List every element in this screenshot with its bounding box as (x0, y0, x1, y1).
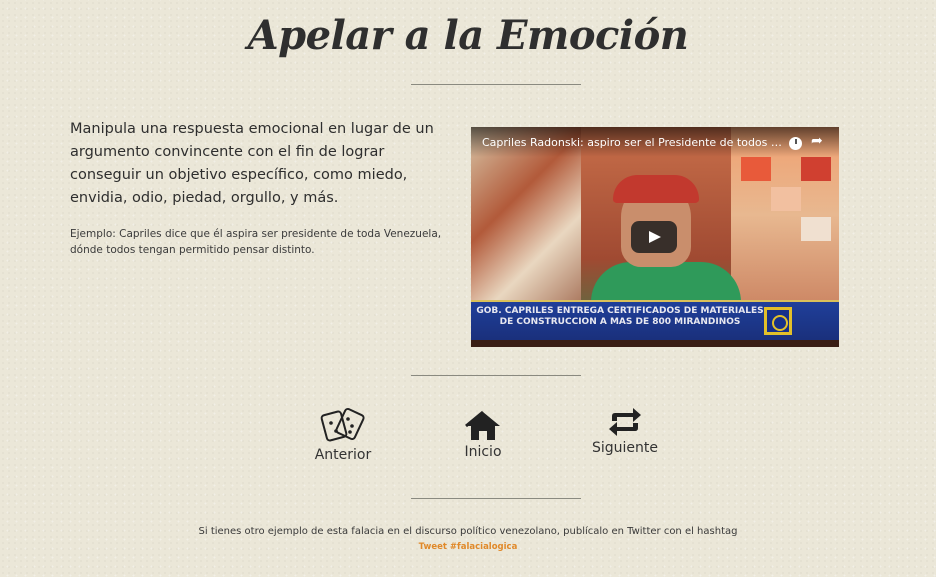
video-player[interactable]: Capriles Radonski: aspiro ser el Preside… (471, 127, 839, 347)
next-button[interactable]: Siguiente (590, 406, 660, 456)
dice-icon (320, 407, 365, 442)
tweet-container: Tweet #falacialogica (0, 542, 936, 552)
divider-bottom (411, 498, 581, 499)
next-label: Siguiente (591, 440, 658, 456)
watch-later-icon[interactable] (789, 137, 802, 150)
page-title: Apelar a la Emoción (247, 12, 689, 59)
divider-middle (411, 375, 581, 376)
video-news-banner: GOB. CAPRILES ENTREGA CERTIFICADOS DE MA… (471, 300, 839, 342)
previous-label: Anterior (314, 447, 372, 463)
channel-logo (764, 307, 792, 335)
fallacy-example: Ejemplo: Capriles dice que él aspira ser… (70, 228, 442, 256)
footer-text: Si tienes otro ejemplo de esta falacia e… (198, 526, 738, 537)
share-icon[interactable]: ➦ (811, 133, 823, 149)
video-title[interactable]: Capriles Radonski: aspiro ser el Preside… (482, 136, 782, 149)
previous-button[interactable]: Anterior (310, 405, 376, 463)
home-button[interactable]: Inicio (458, 410, 508, 460)
repeat-icon (609, 408, 641, 436)
divider-top (411, 84, 581, 85)
fallacy-description: Manipula una respuesta emocional en luga… (70, 121, 434, 206)
tweet-hashtag-link[interactable]: Tweet #falacialogica (419, 542, 518, 552)
home-icon (465, 410, 500, 440)
play-button[interactable] (631, 221, 677, 253)
banner-text: GOB. CAPRILES ENTREGA CERTIFICADOS DE MA… (476, 306, 764, 327)
home-label: Inicio (464, 444, 502, 460)
